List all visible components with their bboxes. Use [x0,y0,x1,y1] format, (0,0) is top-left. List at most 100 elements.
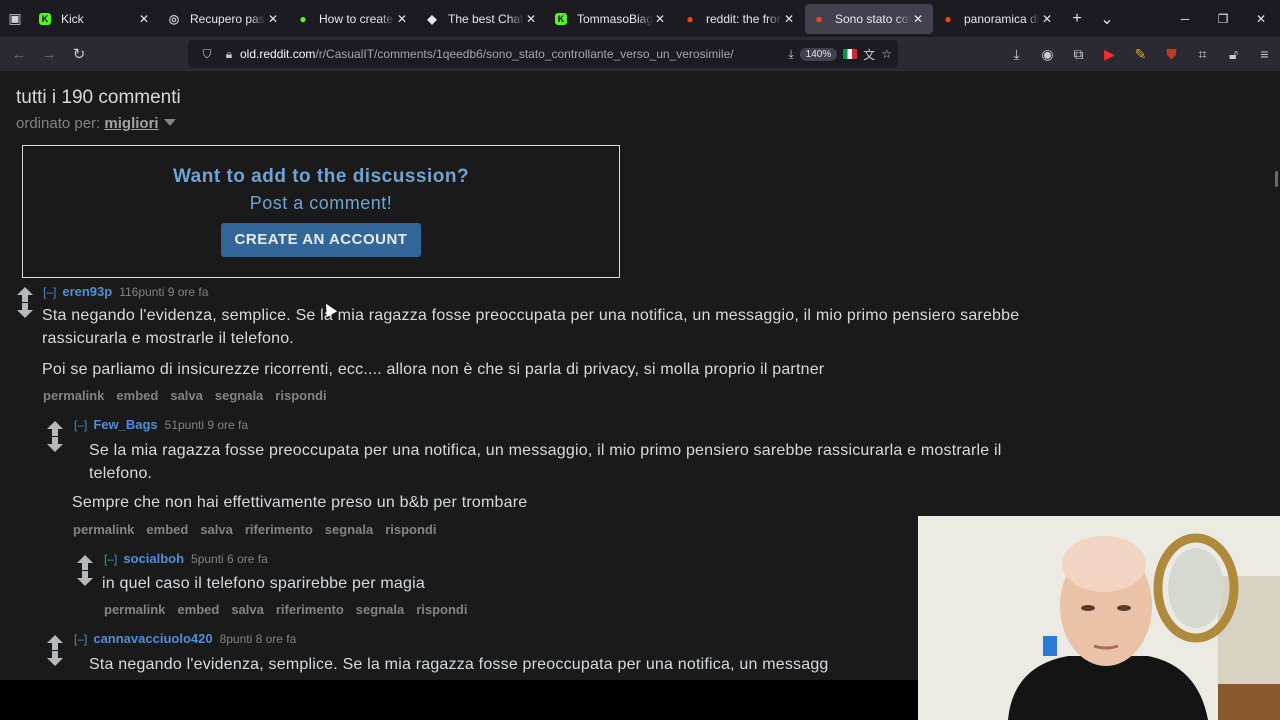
tab-close-icon[interactable]: ✕ [524,12,538,26]
report-link[interactable]: segnala [325,522,373,537]
page-title: tutti i 190 commenti [16,87,181,108]
save-link[interactable]: salva [231,602,264,617]
save-link[interactable]: salva [200,522,233,537]
zoom-level[interactable]: 140% [799,47,838,61]
save-link[interactable]: salva [170,388,203,403]
reference-link[interactable]: riferimento [276,602,344,617]
upvote-icon[interactable] [45,421,65,436]
embed-link[interactable]: embed [177,602,219,617]
vote-arrows [45,421,65,452]
tab-close-icon[interactable]: ✕ [653,12,667,26]
browser-tab[interactable]: K Kick ✕ [31,4,159,34]
account-icon[interactable]: ◉ [1032,37,1063,71]
italian-flag-icon[interactable] [843,49,858,59]
permalink-link[interactable]: permalink [73,522,134,537]
comment-meta: 116punti 9 ore fa [119,285,209,299]
tab-title: Recupero passwo [190,11,266,26]
downloads-icon[interactable]: ⤓ [1001,37,1032,71]
browser-tab[interactable]: ◎ Recupero passwo✕ [160,4,288,34]
extensions-icon[interactable]: ⧉ [1063,37,1094,71]
dropdown-arrow-icon[interactable] [163,119,176,126]
extension-lock-icon[interactable]: 🔓︎ [1218,37,1249,71]
translate-icon[interactable]: 文 [863,46,875,63]
comment-author[interactable]: socialboh [123,551,184,566]
browser-tab[interactable]: ● reddit: the front p✕ [676,4,804,34]
restore-icon[interactable]: ❐ [1204,0,1242,37]
tab-title: panoramica di Fin [964,11,1040,26]
discussion-cta-box: Want to add to the discussion? Post a co… [22,145,620,278]
toolbar-right: ⤓ ◉ ⧉ ▶ ✎ ⛊ ⌗ 🔓︎ ≡ [1001,37,1280,71]
embed-link[interactable]: embed [116,388,158,403]
lock-icon[interactable]: 🔒︎ [218,47,240,62]
comment-body: in quel caso il telefono sparirebbe per … [102,575,425,592]
tab-title: TommasoBiagi Str [577,11,653,26]
browser-tab[interactable]: ● How to create a K✕ [289,4,417,34]
url-bar[interactable]: ⛉ 🔒︎ old.reddit.com/r/CasualIT/comments/… [188,40,898,68]
reply-link[interactable]: rispondi [416,602,467,617]
permalink-link[interactable]: permalink [104,602,165,617]
shield-icon[interactable]: ⛉ [196,47,218,62]
bookmark-star-icon[interactable]: ☆ [881,47,892,61]
report-link[interactable]: segnala [356,602,404,617]
quoted-text: Se la mia ragazza fosse preoccupata per … [89,442,1002,482]
close-window-icon[interactable]: ✕ [1242,0,1280,37]
comment-body: Sempre che non hai effettivamente preso … [72,494,528,511]
forward-icon[interactable]: → [34,39,64,69]
reply-link[interactable]: rispondi [275,388,326,403]
reference-link[interactable]: riferimento [245,522,313,537]
permalink-link[interactable]: permalink [43,388,104,403]
upvote-icon[interactable] [15,287,35,302]
downvote-icon[interactable] [75,571,95,586]
collapse-toggle[interactable]: [–] [74,632,87,646]
comment-author[interactable]: eren93p [62,284,112,299]
comment-author[interactable]: Few_Bags [93,417,157,432]
browser-tab[interactable]: ● panoramica di Fin✕ [934,4,1062,34]
upvote-icon[interactable] [75,555,95,570]
collapse-toggle[interactable]: [–] [104,552,117,566]
browser-tab[interactable]: K TommasoBiagi Str✕ [547,4,675,34]
create-account-button[interactable]: CREATE AN ACCOUNT [221,223,421,257]
menu-icon[interactable]: ≡ [1249,37,1280,71]
tab-close-icon[interactable]: ✕ [137,12,151,26]
upvote-icon[interactable] [45,635,65,650]
comment-author[interactable]: cannavacciuolo420 [93,631,212,646]
download-page-icon[interactable]: ⤓ [788,47,793,62]
tab-list-icon[interactable]: ▣ [0,0,30,37]
downvote-icon[interactable] [45,437,65,452]
reply-link[interactable]: rispondi [385,522,436,537]
new-tab-button[interactable]: + [1062,10,1092,28]
report-link[interactable]: segnala [215,388,263,403]
tab-close-icon[interactable]: ✕ [266,12,280,26]
tab-close-icon[interactable]: ✕ [395,12,409,26]
collapse-toggle[interactable]: [–] [43,285,56,299]
browser-tab[interactable]: ◆ The best ChatBot✕ [418,4,546,34]
url-path: /r/CasualIT/comments/1qeedb6/sono_stato_… [315,47,734,61]
youtube-extension-icon[interactable]: ▶ [1094,37,1125,71]
cta-subheading[interactable]: Post a comment! [23,193,619,214]
tab-favicon-icon: ● [815,11,823,26]
window-controls: ─ ❐ ✕ [1166,0,1280,37]
comment-body: Sta negando l'evidenza, semplice. Se la … [42,307,1020,347]
sort-dropdown[interactable]: migliori [104,115,158,132]
embed-link[interactable]: embed [146,522,188,537]
list-all-tabs-icon[interactable]: ⌄ [1092,9,1122,29]
crop-icon[interactable]: ⌗ [1187,37,1218,71]
tab-close-icon[interactable]: ✕ [1040,12,1054,26]
back-icon[interactable]: ← [4,39,34,69]
tab-favicon-icon: ● [299,11,307,26]
reload-icon[interactable]: ↻ [64,39,94,69]
tab-close-icon[interactable]: ✕ [782,12,796,26]
tab-close-icon[interactable]: ✕ [911,12,925,26]
tab-strip: ▣ KKick✕◎Recupero passwo✕●How to create … [0,0,1280,37]
scrollbar-thumb[interactable] [1275,171,1278,187]
downvote-icon[interactable] [45,651,65,666]
ublock-icon[interactable]: ⛊ [1156,37,1187,71]
webcam-overlay [918,516,1280,720]
browser-tab[interactable]: ● Sono stato contro✕ [805,3,933,34]
navigation-bar: ← → ↻ ⛉ 🔒︎ old.reddit.com/r/CasualIT/com… [0,37,1280,71]
collapse-toggle[interactable]: [–] [74,418,87,432]
downvote-icon[interactable] [15,303,35,318]
tab-favicon-icon: ◆ [427,11,437,26]
minimize-icon[interactable]: ─ [1166,0,1204,37]
extension-icon[interactable]: ✎ [1125,37,1156,71]
